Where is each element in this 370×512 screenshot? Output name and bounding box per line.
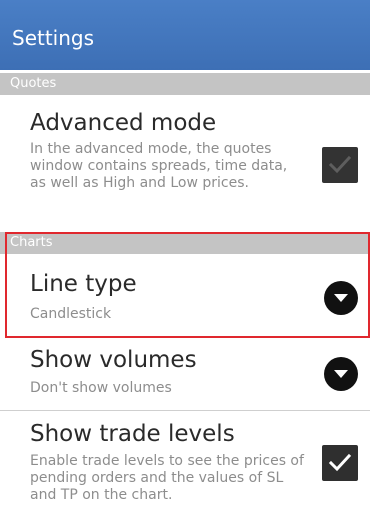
app-bar: Settings (0, 0, 370, 70)
setting-line-type[interactable]: Line type Candlestick (0, 256, 370, 338)
check-icon (328, 155, 352, 174)
setting-advanced-mode[interactable]: Advanced mode In the advanced mode, the … (0, 98, 370, 228)
check-icon (328, 453, 352, 472)
chevron-down-icon (334, 370, 348, 378)
section-header-quotes: Quotes (0, 73, 370, 95)
setting-title: Line type (30, 271, 137, 297)
line-type-dropdown[interactable] (324, 281, 358, 315)
setting-show-trade-levels[interactable]: Show trade levels Enable trade levels to… (0, 412, 370, 512)
divider (0, 410, 370, 411)
setting-title: Show volumes (30, 347, 197, 373)
setting-value: Candlestick (30, 306, 112, 322)
setting-show-volumes[interactable]: Show volumes Don't show volumes (0, 338, 370, 410)
show-trade-levels-checkbox[interactable] (322, 445, 358, 481)
setting-value: Don't show volumes (30, 380, 172, 396)
setting-description: Enable trade levels to see the prices of… (30, 453, 304, 503)
section-header-charts: Charts (0, 232, 370, 254)
setting-title: Advanced mode (30, 110, 217, 136)
setting-title: Show trade levels (30, 421, 235, 447)
page-title: Settings (12, 26, 95, 50)
advanced-mode-checkbox[interactable] (322, 147, 358, 183)
setting-description: In the advanced mode, the quotes window … (30, 141, 288, 191)
show-volumes-dropdown[interactable] (324, 357, 358, 391)
chevron-down-icon (334, 294, 348, 302)
